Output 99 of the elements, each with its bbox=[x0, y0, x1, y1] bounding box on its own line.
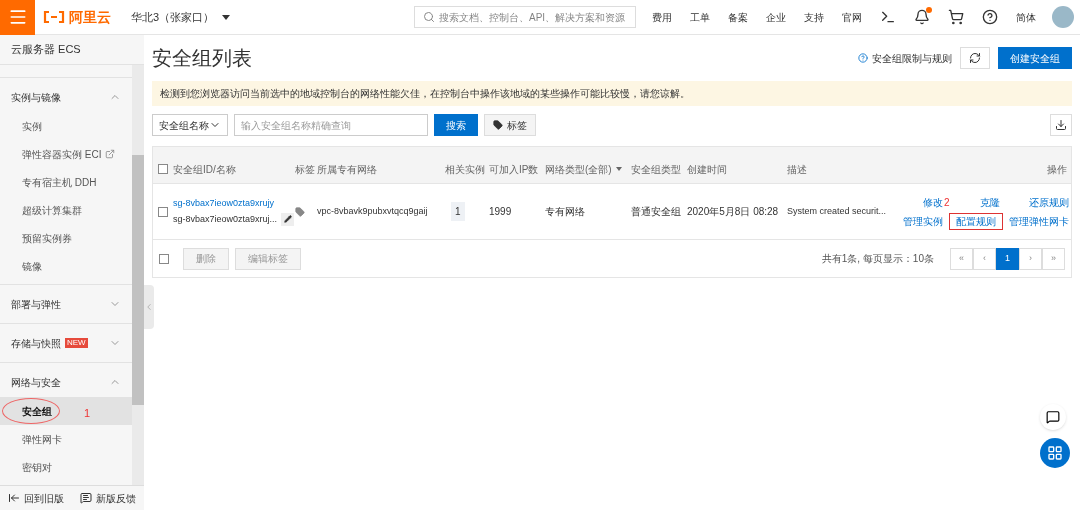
sidebar-group[interactable]: 网络与安全 bbox=[0, 367, 132, 398]
row-checkbox[interactable] bbox=[158, 206, 168, 217]
caret-icon bbox=[222, 14, 231, 20]
create-button[interactable]: 创建安全组 bbox=[998, 47, 1072, 69]
nav-link[interactable]: 工单 bbox=[690, 9, 710, 25]
column-header: 相关实例 bbox=[445, 162, 486, 177]
sidebar-item[interactable]: 镜像 bbox=[0, 252, 132, 281]
search-button[interactable]: 搜索 bbox=[434, 114, 478, 136]
pagination-button[interactable]: › bbox=[1019, 247, 1042, 270]
nav-link[interactable]: 费用 bbox=[652, 9, 672, 25]
table-cell-text: 专有网络 bbox=[545, 205, 586, 219]
table-cell-text: 1999 bbox=[489, 205, 513, 219]
pagination-button[interactable]: 1 bbox=[996, 247, 1019, 270]
chevron-left-icon bbox=[144, 302, 154, 312]
column-header: 描述 bbox=[787, 162, 808, 177]
caret-icon bbox=[615, 167, 622, 171]
column-header: 操作 bbox=[1046, 162, 1068, 177]
table-cell-text: System created securit... bbox=[787, 204, 888, 218]
security-group-name: sg-8vbax7ieow0zta9xruj... bbox=[173, 212, 278, 226]
cart-icon[interactable] bbox=[948, 9, 964, 25]
search-icon bbox=[423, 11, 435, 23]
pagination-button[interactable]: « bbox=[950, 247, 973, 270]
sidebar-footer-link[interactable]: 新版反馈 bbox=[80, 490, 136, 506]
pencil-icon bbox=[283, 215, 292, 224]
help-link[interactable]: 安全组限制与规则 bbox=[858, 50, 952, 66]
notice-banner: 检测到您浏览器访问当前选中的地域控制台的网络性能欠佳，在控制台中操作该地域的某些操作可能比较慢，请您谅解。 bbox=[152, 81, 1072, 106]
sidebar-item[interactable]: 超级计算集群 bbox=[0, 196, 132, 225]
external-link-icon bbox=[105, 149, 116, 160]
sidebar-item[interactable]: 安全组 1 bbox=[0, 397, 132, 426]
action-link[interactable]: 克隆 bbox=[980, 196, 1000, 208]
logo-icon bbox=[43, 11, 65, 23]
column-header: 标签 bbox=[295, 162, 316, 177]
tag-icon[interactable] bbox=[295, 206, 305, 217]
search-input[interactable]: 输入安全组名称精确查询 bbox=[234, 114, 428, 136]
action-link[interactable]: 还原规则 bbox=[1029, 196, 1069, 208]
column-header: 可加入IP数 bbox=[489, 162, 540, 177]
sidebar-group[interactable]: 存储与快照 NEW bbox=[0, 328, 132, 359]
refresh-button[interactable] bbox=[960, 47, 990, 69]
new-badge: NEW bbox=[65, 338, 88, 349]
page-title: 安全组列表 bbox=[152, 46, 252, 71]
sidebar-group[interactable]: 部署与弹性 bbox=[0, 289, 132, 320]
filter-select[interactable]: 安全组名称 bbox=[152, 114, 228, 136]
sidebar-item[interactable]: 弹性容器实例 ECI bbox=[0, 140, 132, 169]
tag-icon bbox=[493, 120, 503, 130]
table-cell-text: 普通安全组 bbox=[631, 205, 682, 219]
nav-link[interactable]: 备案 bbox=[728, 9, 748, 25]
annotation-number: 2 bbox=[944, 196, 950, 209]
menu-button[interactable] bbox=[0, 0, 35, 35]
column-header: 安全组类型 bbox=[631, 162, 682, 177]
language-link[interactable]: 简体 bbox=[1016, 9, 1036, 25]
refresh-icon bbox=[969, 52, 981, 64]
pagination-button[interactable]: » bbox=[1042, 247, 1065, 270]
edit-button[interactable] bbox=[281, 212, 295, 226]
sidebar-group[interactable]: 实例与镜像 bbox=[0, 82, 132, 113]
grid-icon bbox=[1047, 445, 1063, 461]
collapse-handle[interactable] bbox=[144, 285, 154, 329]
bell-icon bbox=[914, 9, 930, 25]
action-link[interactable]: 管理实例 bbox=[903, 215, 943, 227]
table-cell-text: 2020年5月8日 08:28 bbox=[687, 205, 780, 219]
logo-text: 阿里云 bbox=[69, 7, 111, 27]
sidebar-item[interactable]: 实例 bbox=[0, 112, 132, 141]
column-header: 安全组ID/名称 bbox=[173, 162, 237, 177]
sidebar-item[interactable]: 专有宿主机 DDH bbox=[0, 168, 132, 197]
column-header[interactable]: 网络类型(全部) bbox=[545, 161, 631, 177]
column-header: 所属专有网络 bbox=[317, 162, 378, 177]
nav-link[interactable]: 支持 bbox=[804, 9, 824, 25]
region-selector[interactable]: 华北3（张家口） bbox=[131, 8, 231, 26]
sidebar-footer-link[interactable]: 回到旧版 bbox=[8, 490, 64, 506]
feedback-icon bbox=[80, 492, 92, 505]
export-button[interactable] bbox=[1050, 114, 1072, 136]
select-all-checkbox[interactable] bbox=[159, 253, 169, 264]
annotation-number: 1 bbox=[84, 406, 91, 422]
apps-button[interactable] bbox=[1040, 438, 1070, 468]
nav-link[interactable]: 企业 bbox=[766, 9, 786, 25]
pagination-button[interactable]: ‹ bbox=[973, 247, 996, 270]
search-field[interactable]: 搜索文档、控制台、API、解决方案和资源 bbox=[414, 6, 636, 28]
terminal-icon[interactable] bbox=[880, 9, 896, 25]
notification-button[interactable] bbox=[914, 9, 930, 25]
help-icon bbox=[858, 53, 868, 63]
security-group-id[interactable]: sg-8vbax7ieow0zta9xrujy bbox=[173, 197, 295, 211]
chat-button[interactable] bbox=[1040, 404, 1066, 430]
sidebar-item[interactable]: 弹性网卡 bbox=[0, 425, 132, 454]
nav-link[interactable]: 官网 bbox=[842, 9, 862, 25]
pagination-summary: 共有1条, 每页显示：10条 bbox=[821, 252, 934, 266]
select-all-checkbox[interactable] bbox=[158, 164, 168, 174]
table-cell-text: vpc-8vbavk9pubxvtqcq9gaij bbox=[317, 204, 429, 218]
action-link[interactable]: 配置规则 bbox=[952, 215, 1000, 227]
tag-button[interactable]: 标签 bbox=[484, 114, 536, 136]
download-icon bbox=[1055, 119, 1067, 131]
sidebar-item[interactable]: 预留实例券 bbox=[0, 224, 132, 253]
help-icon[interactable] bbox=[982, 9, 998, 25]
column-header: 创建时间 bbox=[687, 162, 728, 177]
back-icon bbox=[8, 492, 20, 505]
instance-count[interactable]: 1 bbox=[451, 202, 465, 221]
sidebar-title: 云服务器 ECS bbox=[0, 35, 144, 66]
chat-icon bbox=[1046, 410, 1060, 424]
action-link[interactable]: 管理弹性网卡 bbox=[1009, 215, 1069, 227]
sidebar-item[interactable]: 密钥对 bbox=[0, 453, 132, 482]
action-link[interactable]: 修改 bbox=[923, 196, 943, 208]
